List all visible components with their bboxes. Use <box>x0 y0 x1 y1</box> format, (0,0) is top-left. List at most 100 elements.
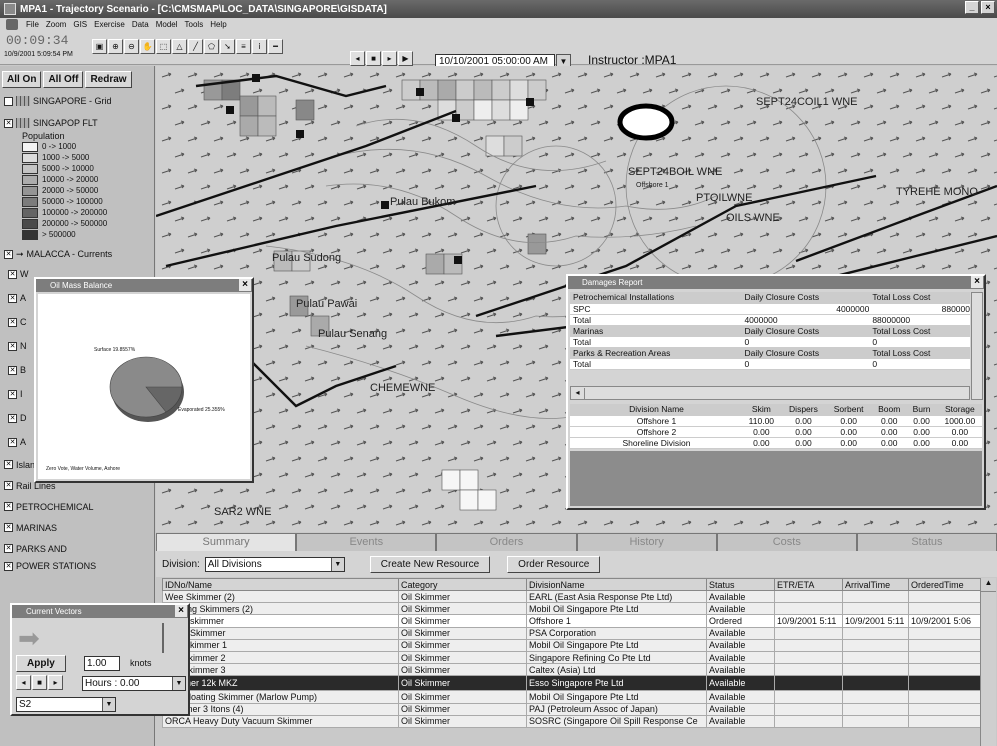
layer-checkbox[interactable]: ✕ <box>8 269 17 279</box>
measure-icon[interactable]: △ <box>172 39 187 54</box>
layer-checkbox[interactable]: ✕ <box>4 460 13 469</box>
close-icon[interactable]: × <box>239 279 251 291</box>
menu-tools[interactable]: Tools <box>185 20 204 29</box>
order-resource-button[interactable]: Order Resource <box>507 555 601 573</box>
menu-exercise[interactable]: Exercise <box>94 20 125 29</box>
all-on-button[interactable]: All On <box>2 71 42 88</box>
step-forward-icon[interactable]: ▸ <box>48 675 63 690</box>
info-icon[interactable]: ⅰ <box>252 39 267 54</box>
menu-zoom[interactable]: Zoom <box>46 20 66 29</box>
layer-checkbox[interactable]: ✕ <box>8 437 17 447</box>
column-header[interactable]: OrderedTime <box>908 578 981 591</box>
zoom-out-icon[interactable]: ⊖ <box>124 39 139 54</box>
division-select[interactable]: All Divisions ▼ <box>204 556 345 572</box>
table-row[interactable]: Mini Skimmer 1 Oil Skimmer Mobil Oil Singa… <box>162 638 981 652</box>
layer-checkbox[interactable]: ✕ <box>4 523 13 532</box>
close-icon[interactable]: × <box>971 276 983 288</box>
tab-status[interactable]: Status <box>856 533 997 551</box>
layer-power-stations[interactable]: ✕ POWER STATIONS <box>0 559 154 573</box>
direction-arrow-area[interactable]: ➡ <box>18 625 158 651</box>
table-row[interactable]: skimmer 12k MKZ Oil Skimmer Esso Singapore… <box>162 675 981 692</box>
horizontal-scrollbar[interactable]: ◂ <box>570 386 970 400</box>
layer-checkbox[interactable]: ✕ <box>8 293 17 303</box>
layer-checkbox[interactable]: ✕ <box>8 389 17 399</box>
division-row[interactable]: Shoreline Division 0.00 0.00 0.00 0.00 0.00 0.… <box>570 437 982 449</box>
division-row[interactable]: Offshore 1 110.00 0.00 0.00 0.00 0.00 1000.00 <box>570 415 982 427</box>
table-row[interactable]: mini skimmer 3 Oil Skimmer Caltex (Asia) L… <box>162 663 981 677</box>
layers-icon[interactable]: ≡ <box>236 39 251 54</box>
step-icon[interactable]: ▸ <box>382 51 397 66</box>
resource-vertical-scrollbar[interactable]: ▲ <box>980 578 996 746</box>
chevron-down-icon[interactable]: ▼ <box>172 677 185 690</box>
table-row[interactable]: mini skimmer 2 Oil Skimmer Singapore Refin… <box>162 650 981 665</box>
column-header[interactable]: Category <box>398 578 527 591</box>
hours-select[interactable]: Hours : 0.00 ▼ <box>82 676 186 691</box>
layer-marinas[interactable]: ✕ MARINAS <box>0 517 154 538</box>
oil-mass-titlebar[interactable]: Oil Mass Balance × <box>36 279 252 292</box>
layer-currents[interactable]: ✕ ➞ MALACCA - Currents <box>0 246 154 262</box>
menu-file[interactable]: File <box>26 20 39 29</box>
all-off-button[interactable]: All Off <box>43 71 84 88</box>
arrow-tool-icon[interactable]: ➘ <box>220 39 235 54</box>
create-new-resource-button[interactable]: Create New Resource <box>369 555 491 573</box>
chevron-down-icon[interactable]: ▼ <box>330 557 344 571</box>
vertical-scrollbar[interactable] <box>971 292 983 400</box>
damages-titlebar[interactable]: Damages Report × <box>568 276 984 289</box>
tab-events[interactable]: Events <box>296 533 437 551</box>
column-header[interactable]: ETR/ETA <box>774 578 843 591</box>
menu-gis[interactable]: GIS <box>73 20 87 29</box>
stop-icon[interactable]: ■ <box>366 51 381 66</box>
layer-grid[interactable]: SINGAPORE - Grid <box>0 93 154 109</box>
redraw-button[interactable]: Redraw <box>85 71 132 88</box>
table-row[interactable]: EC14 skimmer Oil Skimmer Offshore 1 Ordered… <box>162 614 981 628</box>
step-back-icon[interactable]: ◂ <box>16 675 31 690</box>
close-button[interactable]: × <box>981 1 995 14</box>
column-header[interactable]: Status <box>706 578 775 591</box>
close-icon[interactable]: × <box>175 605 187 617</box>
speed-input[interactable]: 1.00 <box>84 656 120 671</box>
current-vectors-titlebar[interactable]: Current Vectors × <box>12 605 188 618</box>
menu-data[interactable]: Data <box>132 20 149 29</box>
apply-button[interactable]: Apply <box>16 655 66 672</box>
layer-checkbox[interactable]: ✕ <box>8 341 17 351</box>
table-row[interactable]: Ray Floating Skimmer (Marlow Pump) Oil Sk… <box>162 690 981 704</box>
table-row[interactable]: ORCA Heavy Duty Vacuum Skimmer Oil Skimme… <box>162 714 981 728</box>
layer-checkbox[interactable]: ✕ <box>4 118 13 128</box>
column-header[interactable]: IDNo/Name <box>162 578 399 591</box>
table-row[interactable]: Skimmer 3 Itons (4) Oil Skimmer PAJ (Petro… <box>162 702 981 716</box>
column-header[interactable]: ArrivalTime <box>842 578 909 591</box>
select-icon[interactable]: ⬚ <box>156 39 171 54</box>
rewind-icon[interactable]: ◂ <box>350 51 365 66</box>
layer-checkbox[interactable]: ✕ <box>4 502 13 511</box>
layer-checkbox[interactable]: ✕ <box>8 365 17 375</box>
layer-checkbox[interactable] <box>4 96 13 106</box>
app-menu-icon[interactable] <box>6 19 18 30</box>
layer-petrochemical[interactable]: ✕ PETROCHEMICAL <box>0 496 154 517</box>
column-header[interactable]: DivisionName <box>526 578 707 591</box>
chevron-down-icon[interactable]: ▼ <box>102 698 115 711</box>
tab-orders[interactable]: Orders <box>436 533 577 551</box>
polygon-icon[interactable]: ⬠ <box>204 39 219 54</box>
table-row[interactable]: Floating Skimmers (2) Oil Skimmer Mobil Oi… <box>162 602 981 616</box>
layer-flt[interactable]: ✕ SINGAPOP FLT <box>0 115 154 131</box>
layer-checkbox[interactable]: ✕ <box>8 413 17 423</box>
stop-icon[interactable]: ■ <box>32 675 47 690</box>
layer-checkbox[interactable]: ✕ <box>4 561 13 571</box>
division-row[interactable]: Offshore 2 0.00 0.00 0.00 0.00 0.00 0.00 <box>570 426 982 438</box>
layer-checkbox[interactable]: ✕ <box>8 317 17 327</box>
table-row[interactable]: EC15 Skimmer Oil Skimmer PSA Corporation Av… <box>162 626 981 640</box>
zoom-in-icon[interactable]: ⊕ <box>108 39 123 54</box>
layer-parks[interactable]: ✕ PARKS AND <box>0 538 154 559</box>
ruler-icon[interactable]: ━ <box>268 39 283 54</box>
menu-model[interactable]: Model <box>156 20 178 29</box>
tab-history[interactable]: History <box>576 533 717 551</box>
minimize-button[interactable]: _ <box>965 1 979 14</box>
scroll-up-icon[interactable]: ▲ <box>981 578 996 592</box>
table-row[interactable]: Wee Skimmer (2) Oil Skimmer EARL (East Asi… <box>162 589 981 604</box>
tab-summary[interactable]: Summary <box>156 533 297 551</box>
tab-costs[interactable]: Costs <box>716 533 857 551</box>
zoom-tool-icon[interactable]: ▣ <box>92 39 107 54</box>
layer-checkbox[interactable]: ✕ <box>4 481 13 490</box>
layer-checkbox[interactable]: ✕ <box>4 249 13 259</box>
draw-line-icon[interactable]: ╱ <box>188 39 203 54</box>
